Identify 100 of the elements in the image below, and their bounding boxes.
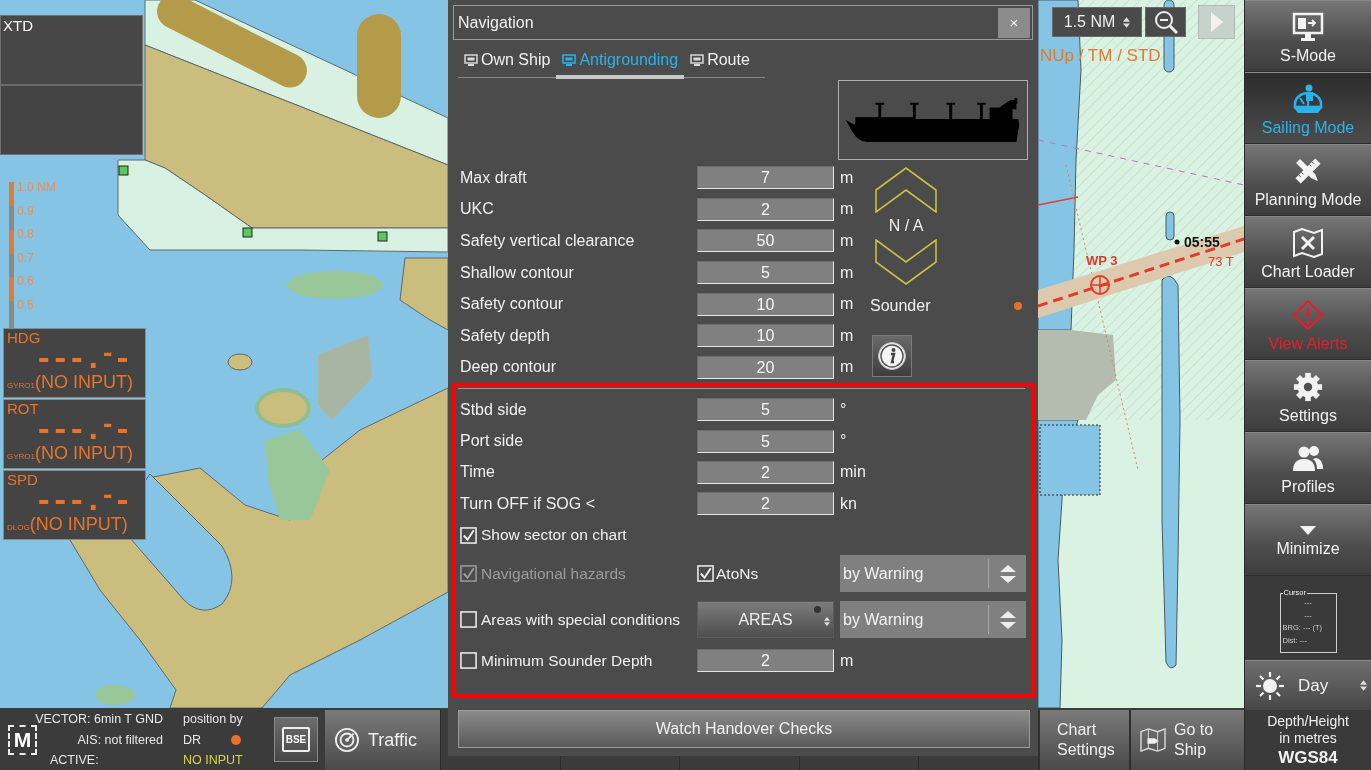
- value-field[interactable]: 20: [697, 355, 834, 379]
- unit-label: min: [840, 463, 866, 482]
- draft-status: N / A: [887, 216, 925, 236]
- value-field[interactable]: 2: [697, 492, 834, 516]
- helm-icon: [1292, 83, 1324, 114]
- status-dot-icon: [231, 734, 242, 745]
- dot-icon: [814, 606, 821, 614]
- traffic-button[interactable]: Traffic: [325, 710, 440, 770]
- unit-label: m: [840, 326, 854, 345]
- field-label: Safety depth: [460, 326, 551, 345]
- day-mode-select[interactable]: Day: [1245, 660, 1371, 710]
- map-icon: [1140, 728, 1166, 752]
- unit-label: °: [840, 432, 847, 451]
- sidebar-button[interactable]: Profiles: [1245, 432, 1371, 504]
- zoom-out-button[interactable]: [1145, 7, 1186, 37]
- sensor-source: DLOG: [7, 523, 30, 533]
- position-source: DR: [183, 731, 202, 749]
- value-field[interactable]: 2: [697, 197, 834, 221]
- info-button[interactable]: [872, 335, 912, 377]
- field-label: Shallow contour: [460, 263, 575, 282]
- value-field[interactable]: 7: [697, 166, 834, 190]
- unit-label: m: [840, 263, 854, 282]
- ais-status: AIS: not filtered: [77, 731, 163, 749]
- value-field[interactable]: 2: [697, 460, 834, 484]
- sensor-value: ---.$^{-}$-: [35, 346, 131, 371]
- units-note: Depth/Height in metres: [1266, 712, 1350, 747]
- caret-down-icon: [1300, 526, 1316, 535]
- field-label: Stbd side: [460, 400, 528, 419]
- unit-label: °: [840, 400, 847, 419]
- unit-label: m: [840, 295, 854, 314]
- sidebar-button[interactable]: Minimize: [1245, 504, 1371, 576]
- sidebar-button[interactable]: Settings: [1245, 360, 1371, 432]
- sensor-label: ROT: [7, 400, 39, 417]
- value-field[interactable]: 5: [697, 429, 834, 453]
- position-label: position by: [183, 711, 243, 728]
- sensor-value: ---.$^{-}$-: [35, 488, 131, 513]
- tab[interactable]: Antigrounding: [556, 45, 685, 79]
- field-label: UKC: [460, 200, 495, 219]
- unit-label: m: [840, 168, 854, 187]
- scale-label: 0.5: [17, 296, 34, 314]
- sidebar-button[interactable]: Sailing Mode: [1245, 72, 1371, 144]
- scale-label: 1.0 NM: [17, 179, 56, 196]
- range-select[interactable]: 1.5 NM: [1052, 7, 1142, 37]
- sensor-label: SPD: [7, 471, 38, 488]
- tab[interactable]: Route: [684, 45, 756, 79]
- monitor-icon: [464, 54, 478, 66]
- value-field[interactable]: 10: [697, 292, 834, 316]
- radar-icon: [335, 728, 359, 752]
- go-to-ship-button[interactable]: Go to Ship: [1129, 710, 1244, 770]
- field-label: Time: [460, 463, 496, 482]
- sidebar-button[interactable]: S-Mode: [1245, 0, 1371, 72]
- chevron-up-icon: [875, 167, 937, 213]
- warning-level-select[interactable]: by Warning: [840, 601, 1026, 639]
- sounder-label: Sounder: [870, 297, 931, 315]
- position-status: NO INPUT: [183, 752, 243, 769]
- up-down-arrows-icon: [1360, 680, 1367, 691]
- monitor-icon: [1292, 11, 1324, 42]
- up-down-arrows-icon: [824, 617, 830, 627]
- field-label: Turn OFF if SOG <: [460, 494, 596, 513]
- field-label: Max draft: [460, 168, 528, 187]
- unit-label: m: [840, 651, 854, 670]
- scale-label: 0.6: [17, 273, 34, 291]
- time-label: 05:55: [1184, 234, 1220, 250]
- areas-button[interactable]: AREAS: [697, 601, 834, 639]
- unit-label: m: [840, 358, 854, 377]
- sensor-source: GYRO1: [7, 452, 35, 461]
- close-button[interactable]: ×: [998, 7, 1030, 38]
- tab[interactable]: Own Ship: [458, 45, 557, 79]
- logo: M: [8, 725, 37, 755]
- waypoint-marker: [1090, 275, 1110, 295]
- map-tools-icon: [1292, 227, 1324, 258]
- sidebar-button[interactable]: View Alerts: [1245, 288, 1371, 360]
- warning-icon: [1292, 299, 1324, 330]
- active-label: ACTIVE:: [50, 752, 99, 769]
- checkbox-label: Areas with special conditions: [481, 610, 681, 629]
- vector-status: VECTOR: 6min T GND: [35, 711, 163, 728]
- unit-label: m: [840, 200, 854, 219]
- sidebar-button[interactable]: Planning Mode: [1245, 144, 1371, 216]
- sidebar-button[interactable]: Chart Loader: [1245, 216, 1371, 288]
- value-field[interactable]: 5: [697, 398, 834, 422]
- sensor-status: (NO INPUT): [35, 442, 133, 464]
- sun-icon: [1255, 670, 1285, 701]
- unit-label: kn: [840, 494, 857, 513]
- settings-icon: [1293, 371, 1323, 402]
- info-icon: [877, 341, 907, 371]
- chart-settings-button[interactable]: Chart Settings: [1038, 710, 1129, 770]
- field-label: Deep contour: [460, 358, 558, 377]
- people-icon: [1292, 444, 1324, 473]
- watch-handover-button[interactable]: Watch Handover Checks: [458, 710, 1030, 749]
- zoom-out-icon: [1153, 10, 1178, 34]
- datum-label: WGS84: [1278, 746, 1338, 768]
- value-field[interactable]: 2: [697, 649, 834, 673]
- value-field[interactable]: 50: [697, 229, 834, 253]
- panel-title: XTD: [2, 16, 34, 36]
- field-label: Port side: [460, 432, 525, 451]
- sensor-label: HDG: [7, 329, 41, 346]
- checkbox-label: Minimum Sounder Depth: [481, 651, 653, 670]
- bse-button[interactable]: BSE: [274, 717, 318, 762]
- value-field[interactable]: 5: [697, 261, 834, 285]
- value-field[interactable]: 10: [697, 324, 834, 348]
